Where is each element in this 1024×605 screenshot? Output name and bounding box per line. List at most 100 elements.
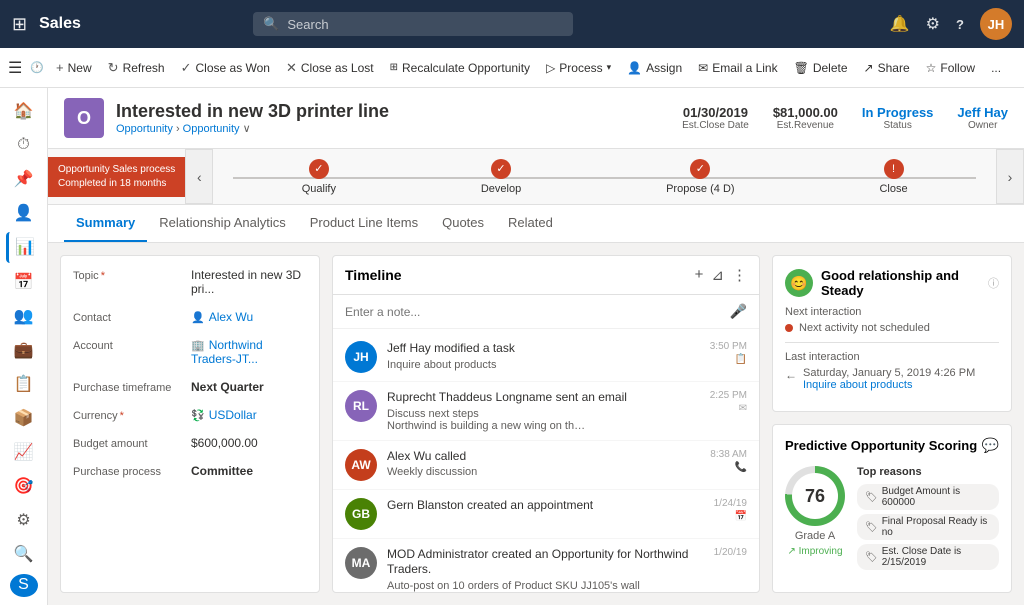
sidebar-icon-settings[interactable]: ⚙ (6, 505, 42, 535)
sidebar-icon-activities[interactable]: 📅 (6, 267, 42, 297)
form-value-budget[interactable]: $600,000.00 (191, 436, 307, 450)
timeline-filter-icon[interactable]: ⊿ (711, 266, 724, 284)
currency-icon: 💱 (191, 410, 205, 422)
form-value-currency[interactable]: 💱USDollar (191, 408, 307, 422)
sidebar-icon-accounts[interactable]: 📊 (6, 232, 42, 262)
form-value-topic[interactable]: Interested in new 3D pri... (191, 268, 307, 296)
form-column: Topic* Interested in new 3D pri... Conta… (60, 255, 320, 593)
app-name: Sales (39, 15, 81, 33)
hamburger-icon[interactable]: ☰ (8, 58, 22, 78)
user-avatar[interactable]: JH (980, 8, 1012, 40)
tab-summary[interactable]: Summary (64, 205, 147, 242)
sidebar-icon-bottom[interactable]: S (10, 574, 38, 597)
process-bar: Opportunity Sales process Completed in 1… (48, 149, 1024, 205)
stage-qualify[interactable]: ✓ Qualify (302, 159, 336, 195)
form-row-contact: Contact 👤Alex Wu (73, 310, 307, 324)
tl-main: Jeff Hay modified a task (387, 341, 700, 357)
sidebar-icon-products[interactable]: 📦 (6, 403, 42, 433)
form-value-account[interactable]: 🏢Northwind Traders-JT... (191, 338, 307, 366)
sidebar-icon-search[interactable]: 🔍 (6, 539, 42, 569)
tab-quotes[interactable]: Quotes (430, 205, 496, 242)
sidebar-icon-home[interactable]: 🏠 (6, 96, 42, 126)
assign-button[interactable]: 👤Assign (619, 57, 690, 79)
sidebar-icon-reports[interactable]: 📈 (6, 437, 42, 467)
gauge-inner: 76 (792, 473, 838, 519)
last-date: Saturday, January 5, 2019 4:26 PM (803, 367, 975, 379)
help-icon[interactable]: ? (956, 17, 964, 32)
reason-icon-2: 🏷 (865, 522, 878, 533)
notification-icon[interactable]: 🔔 (890, 14, 910, 34)
right-column: 😊 Good relationship and Steady ⓘ Next in… (772, 255, 1012, 593)
sidebar-icon-competitors[interactable]: 📋 (6, 369, 42, 399)
recalculate-button[interactable]: ⊞Recalculate Opportunity (382, 57, 538, 79)
search-bar[interactable]: 🔍 Search (253, 12, 573, 36)
tl-content: Ruprecht Thaddeus Longname sent an email… (387, 390, 700, 432)
rel-info-icon[interactable]: ⓘ (988, 275, 999, 291)
refresh-button[interactable]: ↻Refresh (100, 56, 173, 80)
form-label-budget: Budget amount (73, 436, 183, 450)
tl-meta: 1/24/19 📅 (714, 498, 747, 522)
email-link-button[interactable]: ✉Email a Link (690, 57, 785, 79)
tab-related[interactable]: Related (496, 205, 565, 242)
tl-content: Alex Wu called Weekly discussion (387, 449, 700, 479)
form-value-purchase-process[interactable]: Committee (191, 464, 307, 478)
settings-icon[interactable]: ⚙ (926, 14, 940, 34)
stage-propose[interactable]: ✓ Propose (4 D) (666, 159, 734, 195)
contact-icon: 👤 (191, 312, 205, 324)
process-next-button[interactable]: › (996, 149, 1024, 204)
form-value-purchase-timeframe[interactable]: Next Quarter (191, 380, 307, 394)
tab-relationship-analytics[interactable]: Relationship Analytics (147, 205, 297, 242)
close-as-lost-button[interactable]: ✕Close as Lost (278, 56, 382, 80)
process-prev-button[interactable]: ‹ (185, 149, 213, 204)
top-nav: ⊞ Sales 🔍 Search 🔔 ⚙ ? JH (0, 0, 1024, 48)
form-value-contact[interactable]: 👤Alex Wu (191, 310, 307, 324)
search-placeholder: Search (287, 17, 328, 32)
relationship-icon: 😊 (785, 269, 813, 297)
reason-item: 🏷 Budget Amount is 600000 (857, 484, 999, 510)
delete-button[interactable]: 🗑Delete (786, 57, 856, 79)
relationship-card: 😊 Good relationship and Steady ⓘ Next in… (772, 255, 1012, 412)
timeline-note-input[interactable] (345, 305, 722, 319)
form-row-topic: Topic* Interested in new 3D pri... (73, 268, 307, 296)
process-stages: ✓ Qualify ✓ Develop ✓ Propose (4 D) ! Cl… (213, 159, 996, 195)
rel-title: Good relationship and Steady (821, 268, 980, 298)
sidebar-icon-opportunities[interactable]: 💼 (6, 335, 42, 365)
tl-content: Gern Blanston created an appointment (387, 498, 704, 514)
form-row-budget: Budget amount $600,000.00 (73, 436, 307, 450)
stage-develop[interactable]: ✓ Develop (481, 159, 521, 195)
stage-dot-develop: ✓ (491, 159, 511, 179)
sidebar-icon-users[interactable]: 👤 (6, 198, 42, 228)
tl-sub: Auto-post on 10 orders of Product SKU JJ… (387, 580, 704, 592)
new-button[interactable]: +New (48, 56, 100, 79)
form-label-purchase-process: Purchase process (73, 464, 183, 478)
sidebar-icon-goals[interactable]: 🎯 (6, 471, 42, 501)
sidebar-icon-pinned[interactable]: 📌 (6, 164, 42, 194)
timeline-more-icon[interactable]: ⋮ (732, 266, 747, 284)
share-button[interactable]: ↗Share (856, 57, 918, 79)
stage-dot-propose: ✓ (690, 159, 710, 179)
breadcrumb: Opportunity › Opportunity ∨ (116, 122, 670, 135)
reasons-title: Top reasons (857, 466, 999, 478)
stage-close[interactable]: ! Close (879, 159, 907, 195)
list-item: AW Alex Wu called Weekly discussion 8:38… (333, 441, 759, 490)
breadcrumb-link-1[interactable]: Opportunity (116, 123, 173, 135)
stage-dot-close: ! (884, 159, 904, 179)
scoring-body: 76 Grade A ↗ Improving Top reasons 🏷 Bud… (785, 466, 999, 574)
follow-button[interactable]: ☆Follow (918, 57, 983, 79)
list-item: RL Ruprecht Thaddeus Longname sent an em… (333, 382, 759, 441)
close-as-won-button[interactable]: ✓Close as Won (173, 56, 278, 80)
process-button[interactable]: ▷Process▾ (538, 57, 619, 79)
grade-label: Grade A (795, 530, 835, 542)
tab-product-line-items[interactable]: Product Line Items (298, 205, 430, 242)
sidebar-icon-leads[interactable]: 👥 (6, 301, 42, 331)
timeline-add-icon[interactable]: + (695, 266, 704, 284)
record-title-block: Interested in new 3D printer line Opport… (116, 101, 670, 135)
avatar: RL (345, 390, 377, 422)
breadcrumb-link-2[interactable]: Opportunity (183, 123, 240, 135)
grid-icon[interactable]: ⊞ (12, 14, 27, 35)
account-icon: 🏢 (191, 340, 205, 352)
more-button[interactable]: ... (983, 57, 1009, 79)
timeline-mic-icon[interactable]: 🎤 (730, 303, 747, 320)
form-label-purchase-timeframe: Purchase timeframe (73, 380, 183, 394)
sidebar-icon-recent[interactable]: ⏱ (6, 130, 42, 160)
